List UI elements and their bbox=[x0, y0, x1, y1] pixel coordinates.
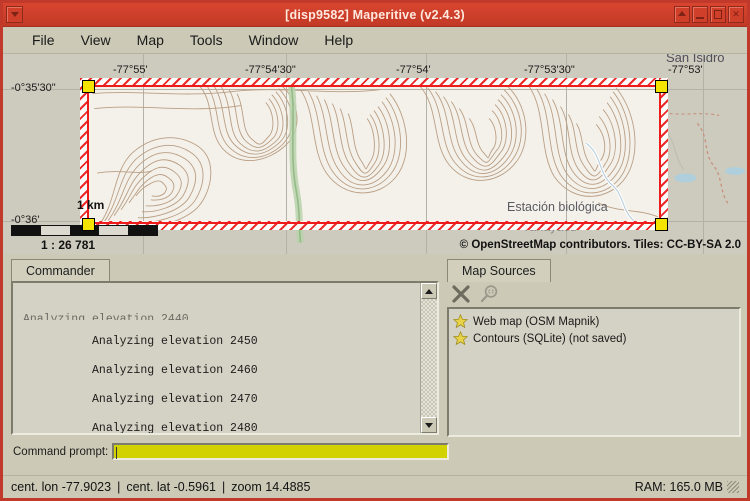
list-item[interactable]: Contours (SQLite) (not saved) bbox=[449, 330, 739, 347]
menu-bar: File View Map Tools Window Help bbox=[3, 27, 747, 54]
log-line: Analyzing elevation 2460 bbox=[92, 363, 258, 377]
minimize-button[interactable] bbox=[692, 6, 708, 23]
map-canvas[interactable]: -77°55' -77°54'30" -77°54' -77°53'30" -7… bbox=[3, 54, 747, 254]
selection-rectangle[interactable] bbox=[87, 85, 661, 224]
map-lon-label-2: -77°54'30" bbox=[245, 64, 296, 76]
map-lat-label-1: -0°35'30" bbox=[11, 82, 56, 94]
status-separator: | bbox=[221, 480, 226, 494]
resize-grip-icon[interactable] bbox=[727, 481, 739, 493]
log-line-clipped: Analyzing elevation 2440 bbox=[23, 313, 189, 321]
remove-map-source-icon[interactable] bbox=[451, 284, 471, 304]
menu-item-window[interactable]: Window bbox=[236, 29, 312, 51]
map-scale-ratio: 1 : 26 781 bbox=[41, 238, 96, 252]
command-prompt-row: Command prompt: bbox=[3, 440, 747, 463]
menu-item-file[interactable]: File bbox=[19, 29, 68, 51]
scroll-down-arrow-icon[interactable] bbox=[421, 417, 437, 433]
log-line: Analyzing elevation 2480 bbox=[92, 422, 258, 435]
star-icon bbox=[453, 331, 468, 346]
menu-item-tools[interactable]: Tools bbox=[177, 29, 236, 51]
map-sources-list[interactable]: Web map (OSM Mapnik) Contours (SQLite) (… bbox=[447, 307, 741, 437]
maperitive-window: [disp9582] Maperitive (v2.4.3) ✕ File Vi… bbox=[0, 0, 750, 501]
zoom-to-map-source-icon[interactable] bbox=[479, 284, 499, 304]
panels-container: Commander Analyzing elevation 2440 Analy… bbox=[3, 254, 747, 437]
selection-handle-top-left[interactable] bbox=[82, 80, 95, 93]
log-line: Analyzing elevation 2470 bbox=[92, 393, 258, 407]
tab-map-sources[interactable]: Map Sources bbox=[447, 259, 551, 282]
rollup-button[interactable] bbox=[674, 6, 690, 23]
commander-scrollbar[interactable] bbox=[420, 283, 437, 433]
commander-log[interactable]: Analyzing elevation 2440 Analyzing eleva… bbox=[11, 281, 439, 435]
close-button[interactable]: ✕ bbox=[728, 6, 744, 23]
title-bar: [disp9582] Maperitive (v2.4.3) ✕ bbox=[3, 3, 747, 27]
status-separator: | bbox=[117, 480, 121, 494]
map-source-label: Contours (SQLite) (not saved) bbox=[473, 332, 627, 345]
status-center-lon: cent. lon -77.9023 bbox=[11, 480, 112, 494]
window-controls: ✕ bbox=[674, 6, 744, 23]
status-bar: cent. lon -77.9023 | cent. lat -0.5961 |… bbox=[3, 475, 747, 498]
map-lon-label-5: -77°53' bbox=[668, 64, 703, 76]
selection-handle-bottom-right[interactable] bbox=[655, 218, 668, 231]
maximize-button[interactable] bbox=[710, 6, 726, 23]
commander-log-text: Analyzing elevation 2440 Analyzing eleva… bbox=[13, 283, 437, 435]
map-scale-distance: 1 km bbox=[77, 198, 105, 212]
map-attribution: © OpenStreetMap contributors. Tiles: CC-… bbox=[459, 239, 741, 251]
map-source-label: Web map (OSM Mapnik) bbox=[473, 315, 600, 328]
commander-panel: Commander Analyzing elevation 2440 Analy… bbox=[3, 258, 439, 437]
menu-item-view[interactable]: View bbox=[68, 29, 124, 51]
list-item[interactable]: Web map (OSM Mapnik) bbox=[449, 313, 739, 330]
status-zoom: zoom 14.4885 bbox=[231, 480, 311, 494]
command-prompt-label: Command prompt: bbox=[13, 445, 109, 458]
map-lon-label-3: -77°54' bbox=[396, 64, 431, 76]
status-ram: RAM: 165.0 MB bbox=[634, 480, 723, 494]
command-prompt-input[interactable] bbox=[112, 443, 450, 460]
star-icon bbox=[453, 314, 468, 329]
tab-commander[interactable]: Commander bbox=[11, 259, 110, 282]
window-menu-icon[interactable] bbox=[6, 6, 23, 23]
menu-item-map[interactable]: Map bbox=[124, 29, 177, 51]
map-sources-panel: Map Sources Web map (OSM Mapnik) Contour… bbox=[439, 258, 747, 437]
map-lon-label-1: -77°55' bbox=[113, 64, 148, 76]
status-center-lat: cent. lat -0.5961 bbox=[126, 480, 216, 494]
map-place-san-isidro: San Isidro bbox=[666, 54, 725, 65]
selection-handle-top-right[interactable] bbox=[655, 80, 668, 93]
map-sources-toolbar bbox=[447, 281, 747, 307]
map-lon-label-4: -77°53'30" bbox=[524, 64, 575, 76]
selection-handle-bottom-left[interactable] bbox=[82, 218, 95, 231]
log-line: Analyzing elevation 2450 bbox=[92, 334, 258, 348]
window-title: [disp9582] Maperitive (v2.4.3) bbox=[285, 7, 465, 22]
menu-item-help[interactable]: Help bbox=[311, 29, 366, 51]
scroll-up-arrow-icon[interactable] bbox=[421, 283, 437, 299]
